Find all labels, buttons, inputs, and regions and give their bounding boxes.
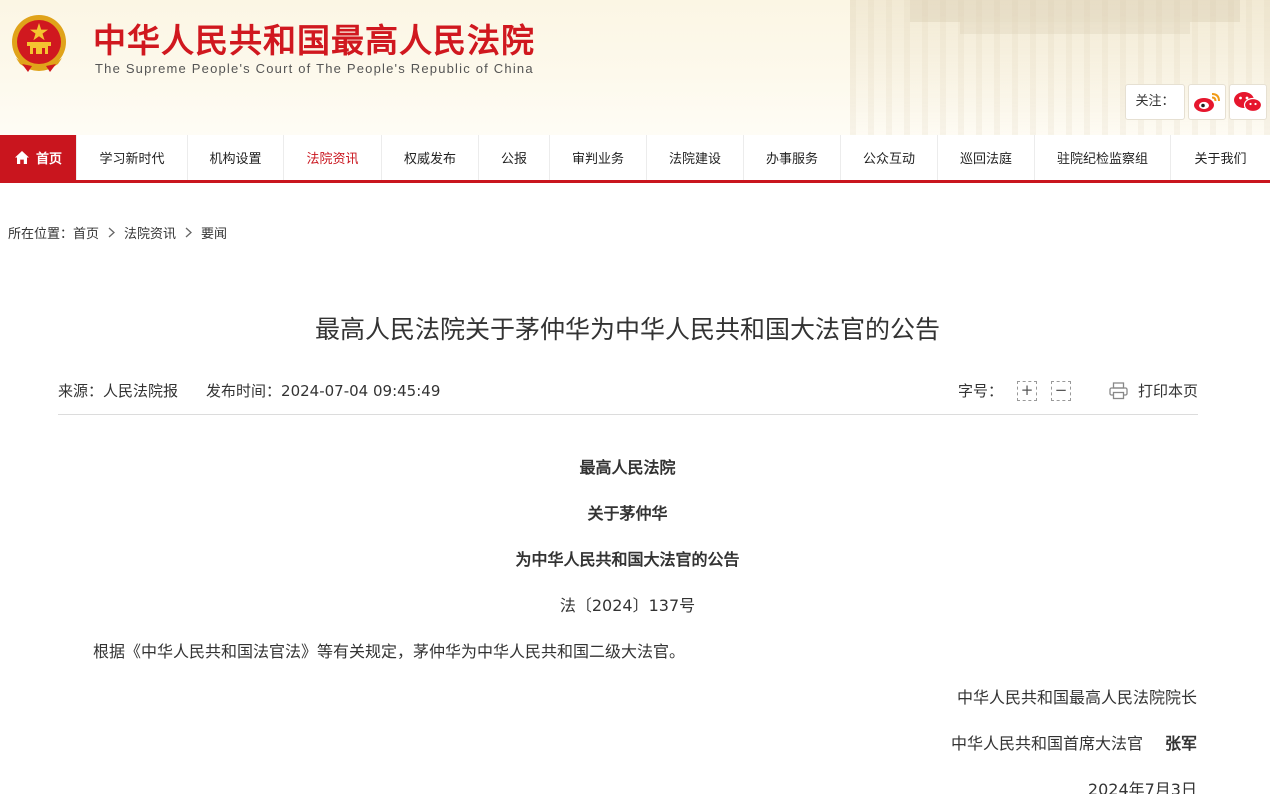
nav-item-label: 首页 [35, 152, 62, 167]
nav-item-organization[interactable]: 机构设置 [188, 135, 284, 180]
nav-item-study[interactable]: 学习新时代 [77, 135, 188, 180]
font-size-label: 字号： [957, 382, 1003, 400]
signer-title-1: 中华人民共和国最高人民法院院长 [956, 688, 1197, 707]
nav-item-services[interactable]: 办事服务 [744, 135, 841, 180]
nav-item-circuit-court[interactable]: 巡回法庭 [938, 135, 1035, 180]
chevron-right-icon [185, 227, 193, 238]
article-meta: 来源：人民法院报 发布时间：2024-07-04 09:45:49 字号： + −… [58, 380, 1198, 402]
announcement-heading-3: 为中华人民共和国大法官的公告 [515, 550, 740, 569]
publish-time-label: 发布时间： [206, 382, 282, 400]
source-label: 来源： [58, 382, 104, 400]
weibo-button[interactable] [1188, 84, 1226, 120]
weibo-icon [1194, 93, 1220, 112]
nav-item-public-interaction[interactable]: 公众互动 [841, 135, 938, 180]
breadcrumb-home[interactable]: 首页 [73, 223, 99, 242]
announcement-paragraph: 根据《中华人民共和国法官法》等有关规定，茅仲华为中华人民共和国二级大法官。 [93, 642, 686, 661]
signer-name: 张军 [1164, 734, 1197, 753]
announcement-date: 2024年7月3日 [1087, 780, 1197, 794]
meta-divider [58, 414, 1198, 415]
breadcrumb-prefix: 所在位置： [8, 226, 74, 242]
publish-time-value: 2024-07-04 09:45:49 [281, 382, 441, 400]
breadcrumb-court-news[interactable]: 法院资讯 [124, 223, 176, 242]
nav-item-discipline-inspection[interactable]: 驻院纪检监察组 [1035, 135, 1171, 180]
announcement-heading-2: 关于茅仲华 [587, 504, 668, 523]
font-increase-button[interactable]: + [1016, 380, 1037, 401]
nav-item-court-news[interactable]: 法院资讯 [284, 135, 382, 180]
site-header: 中华人民共和国最高人民法院 The Supreme People's Court… [0, 0, 1270, 135]
main-nav: 首页 学习新时代 机构设置 法院资讯 权威发布 公报 审判业务 法院建设 办事服… [0, 135, 1270, 183]
follow-label: 关注： [1125, 84, 1185, 120]
font-decrease-button[interactable]: − [1050, 380, 1071, 401]
nav-item-gazette[interactable]: 公报 [479, 135, 550, 180]
signer-line: 中华人民共和国首席大法官 张军 [951, 730, 1197, 754]
nav-item-about-us[interactable]: 关于我们 [1171, 135, 1270, 180]
printer-icon [1109, 381, 1128, 399]
wechat-button[interactable] [1229, 84, 1267, 120]
wechat-icon [1234, 92, 1263, 113]
signer-title-2: 中华人民共和国首席大法官 [950, 734, 1143, 753]
article-title: 最高人民法院关于茅仲华为中华人民共和国大法官的公告 [314, 315, 940, 344]
nav-item-official-release[interactable]: 权威发布 [382, 135, 479, 180]
chevron-right-icon [108, 227, 116, 238]
document-number: 法〔2024〕137号 [559, 596, 696, 615]
national-emblem-icon[interactable] [8, 12, 70, 76]
home-icon [14, 150, 30, 165]
nav-item-court-construction[interactable]: 法院建设 [647, 135, 744, 180]
print-button[interactable]: 打印本页 [1109, 380, 1198, 401]
site-title[interactable]: 中华人民共和国最高人民法院 [93, 14, 535, 62]
site-subtitle: The Supreme People's Court of The People… [95, 61, 534, 76]
nav-item-home[interactable]: 首页 [0, 135, 77, 180]
announcement-heading-1: 最高人民法院 [579, 458, 676, 477]
breadcrumb: 所在位置： 首页 法院资讯 要闻 [8, 222, 227, 242]
breadcrumb-top-news[interactable]: 要闻 [201, 223, 227, 242]
nav-item-trial-business[interactable]: 审判业务 [550, 135, 647, 180]
print-label: 打印本页 [1137, 382, 1198, 400]
source-value: 人民法院报 [103, 382, 179, 400]
